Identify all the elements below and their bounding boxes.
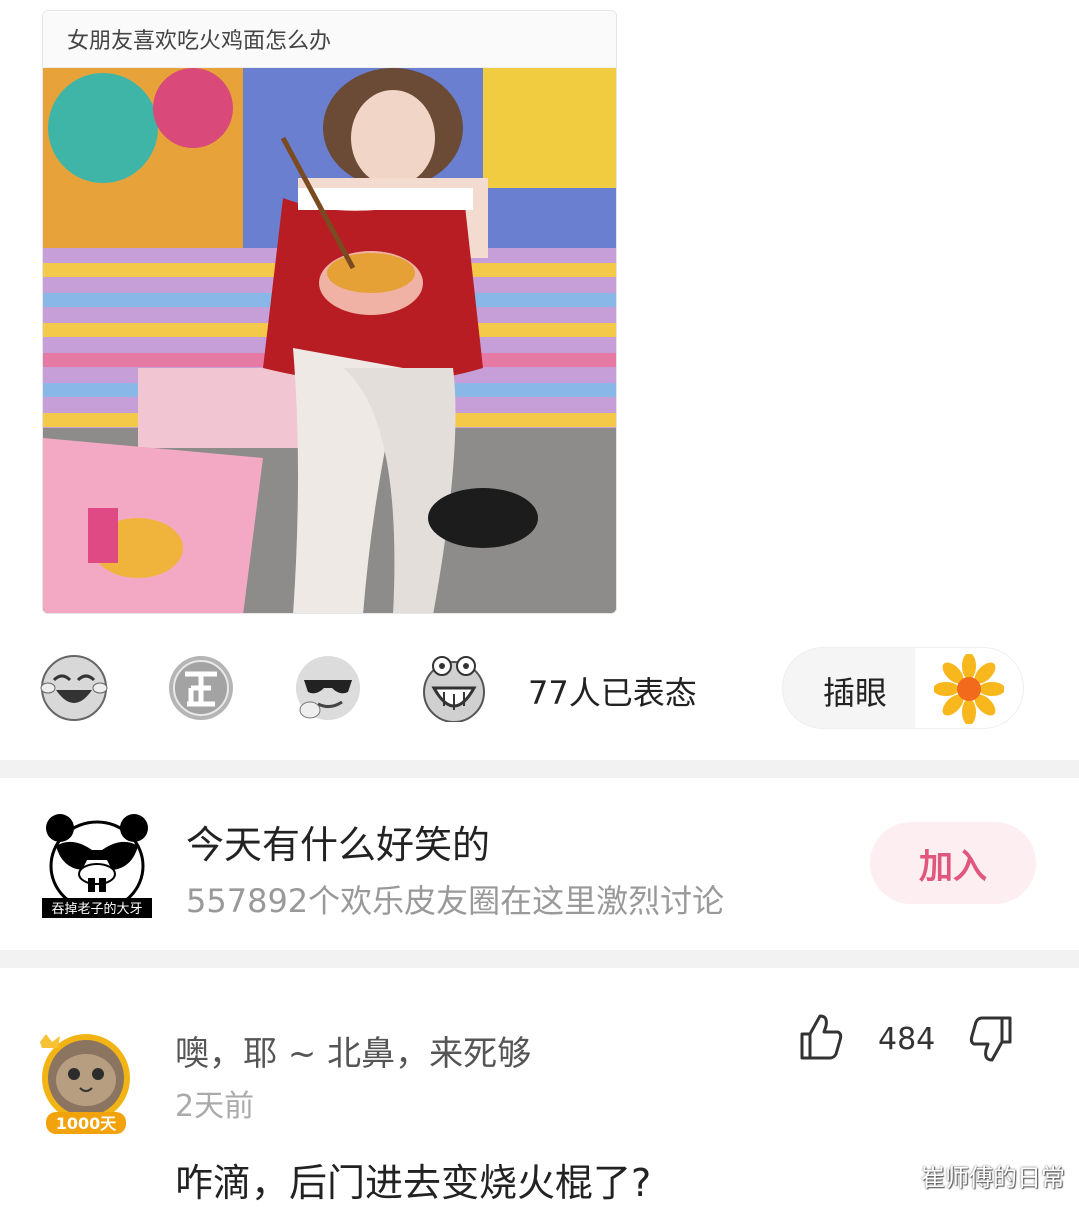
comment-time: 2天前 [175,1089,255,1124]
reaction-count: 77人已表态 [528,674,697,712]
poke-button[interactable]: 插眼 [782,647,1024,729]
community-description: 557892个欢乐皮友圈在这里激烈讨论 [186,882,725,920]
flower-icon [915,648,1023,728]
post-title: 女朋友喜欢吃火鸡面怎么办 [43,11,616,68]
user-avatar[interactable]: 1000天 [32,1028,140,1136]
community-name[interactable]: 今天有什么好笑的 [186,814,490,869]
comment-author[interactable]: 噢，耶 ~ 北鼻，来死够 [175,1026,531,1075]
like-count: 484 [878,1022,936,1057]
post-photo[interactable] [43,68,616,613]
sunglasses-icon[interactable] [294,654,362,722]
photo-illustration [43,68,616,613]
comment-item: 1000天 噢，耶 ~ 北鼻，来死够 2天前 咋滴，后门进去变烧火棍了? 484 [0,966,1079,1207]
watermark: 崔师傅的日常 [921,1164,1065,1192]
reaction-bar: 77人已表态 插眼 [40,647,1030,730]
laugh-cry-icon[interactable] [40,654,108,722]
avatar-badge: 1000天 [56,1114,118,1133]
zheng-icon[interactable] [167,654,235,722]
section-divider [0,760,1079,778]
join-button[interactable]: 加入 [870,822,1036,904]
grin-icon[interactable] [420,654,488,723]
poke-label: 插眼 [823,674,888,712]
avatar-caption: 吞掉老子的大牙 [51,901,142,917]
post-card[interactable]: 女朋友喜欢吃火鸡面怎么办 [42,10,617,614]
community-card[interactable]: 吞掉老子的大牙 今天有什么好笑的 557892个欢乐皮友圈在这里激烈讨论 加入 [0,778,1079,950]
panda-meme-avatar[interactable]: 吞掉老子的大牙 [42,808,152,918]
thumbs-up-icon[interactable] [796,1012,846,1062]
thumbs-down-icon[interactable] [966,1014,1016,1064]
comment-text: 咋滴，后门进去变烧火棍了? [175,1161,652,1205]
